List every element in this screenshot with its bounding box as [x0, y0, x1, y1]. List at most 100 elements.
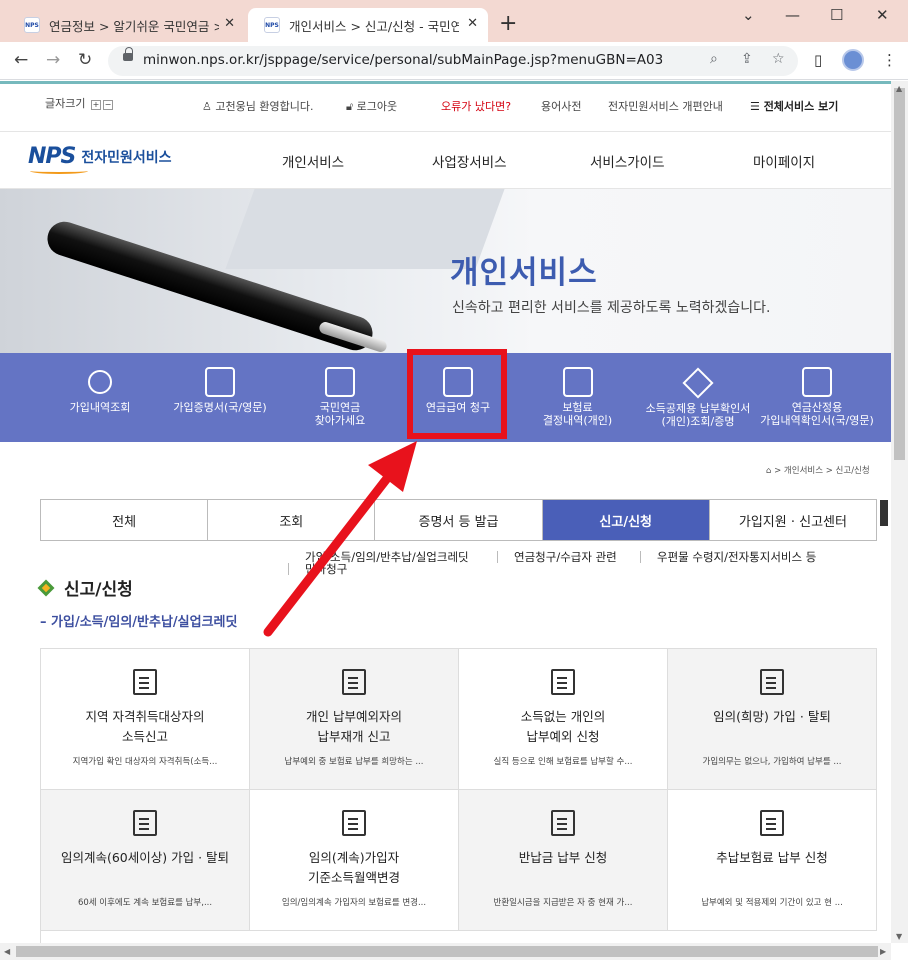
close-icon[interactable]: ✕ [224, 16, 235, 31]
logo-text: 전자민원서비스 [81, 149, 172, 166]
nps-logo[interactable]: NPS 전자민원서비스 [28, 144, 172, 174]
quick-pension-calc-confirmation[interactable]: 연금산정용 가입내역확인서(국/영문) [754, 353, 880, 442]
card-payment-resume[interactable]: 개인 납부예외자의 납부재개 신고 납부예외 중 보험료 납부를 희망하는 ..… [250, 649, 459, 790]
breadcrumb: ⌂ > 개인서비스 > 신고/신청 [766, 464, 870, 476]
diamond-bullet-icon [37, 579, 55, 596]
browser-menu-icon[interactable]: ⋮ [882, 51, 897, 69]
scroll-right-icon[interactable]: ▶ [880, 947, 886, 956]
profile-avatar[interactable] [842, 49, 864, 71]
reload-icon[interactable]: ↻ [78, 50, 92, 70]
close-icon[interactable]: ✕ [467, 16, 478, 31]
gnb-personal-services[interactable]: 개인서비스 [282, 151, 344, 171]
clipboard-check-icon [342, 669, 366, 695]
quick-label: 보험료 [562, 401, 593, 414]
error-report-link[interactable]: 오류가 났다면? [441, 98, 511, 114]
quick-label: 연금산정용 [791, 401, 843, 414]
subnav-mail-address[interactable]: 우편물 수령지/전자통지서비스 등 [657, 549, 816, 565]
url-text[interactable]: minwon.nps.or.kr/jsppage/service/persona… [143, 52, 663, 68]
web-page: 글자크기 + − ♙ 고천웅님 환영합니다. 🔓︎ 로그아웃 오류가 났다면? 용… [0, 81, 891, 943]
tab-certificate[interactable]: 증명서 등 발급 [375, 500, 543, 540]
card-regional-income-report[interactable]: 지역 자격취득대상자의 소득신고 지역가입 확인 대상자의 자격취득(소득... [41, 649, 250, 790]
tab-inquiry[interactable]: 조회 [208, 500, 376, 540]
quick-membership-history[interactable]: 가입내역조회 [60, 353, 140, 442]
scroll-indicator [880, 500, 888, 526]
tab-membership-support[interactable]: 가입지원 · 신고센터 [710, 500, 876, 540]
card-payment-exception[interactable]: 소득없는 개인의 납부예외 신청 실직 등으로 인해 보험료를 납부할 수... [459, 649, 668, 790]
lock-icon: 🔓︎ [346, 100, 354, 113]
card-title: 추납보험료 납부 신청 [716, 850, 828, 865]
gnb-business-services[interactable]: 사업장서비스 [432, 151, 507, 171]
browser-toolbar: ← → ↻ minwon.nps.or.kr/jsppage/service/p… [0, 42, 908, 80]
address-bar[interactable]: minwon.nps.or.kr/jsppage/service/persona… [108, 46, 798, 76]
card-description: 지역가입 확인 대상자의 자격취득(소득... [72, 757, 218, 767]
side-panel-icon[interactable]: ▯ [814, 51, 822, 69]
minimize-button[interactable]: — [785, 6, 800, 24]
vertical-scroll-thumb[interactable] [894, 88, 905, 460]
bookmark-star-icon[interactable]: ☆ [772, 51, 785, 67]
card-title: 소득신고 [121, 729, 168, 744]
card-voluntary-membership[interactable]: 임의(희망) 가입 · 탈퇴 가입의무는 없으나, 가입하여 납부를 ... [668, 649, 877, 790]
quick-find-pension[interactable]: 국민연금 찾아가세요 [300, 353, 380, 442]
gnb-my-page[interactable]: 마이페이지 [753, 151, 815, 171]
maximize-button[interactable]: ☐ [830, 6, 843, 24]
subsection-title: – 가입/소득/임의/반추납/실업크레딧 [40, 611, 237, 630]
subnav-civil-claim[interactable]: 민사청구 [305, 561, 347, 577]
browser-tab-title: 연금정보 > 알기쉬운 국민연금 > 연금제도 [49, 18, 219, 34]
highlight-box-annotation [407, 349, 507, 439]
tab-report-application[interactable]: 신고/신청 [542, 500, 710, 540]
card-voluntary-continued[interactable]: 임의계속(60세이상) 가입 · 탈퇴 60세 이후에도 계속 보험료를 납부,… [41, 790, 250, 931]
subnav-divider [288, 563, 289, 575]
browser-tab-title: 개인서비스 > 신고/신청 - 국민연금 [289, 18, 459, 34]
dash-icon: – [40, 615, 47, 630]
browser-tab-strip: NPS 연금정보 > 알기쉬운 국민연금 > 연금제도 ✕ NPS 개인서비스 … [0, 0, 908, 42]
card-refund-payment[interactable]: 반납금 납부 신청 반환일시금을 지급받은 자 중 현재 가... [459, 790, 668, 931]
horizontal-scroll-thumb[interactable] [16, 946, 878, 957]
card-additional-premium[interactable]: 추납보험료 납부 신청 납부예외 및 적용제외 기간이 있고 현 ... [668, 790, 877, 931]
browser-tab-active[interactable]: NPS 개인서비스 > 신고/신청 - 국민연금 ✕ [248, 8, 488, 42]
forward-arrow-icon[interactable]: → [46, 50, 60, 70]
scroll-left-icon[interactable]: ◀ [4, 947, 10, 956]
card-income-change[interactable]: 임의(계속)가입자 기준소득월액변경 임의/임의계속 가입자의 보험료를 변경.… [250, 790, 459, 931]
back-arrow-icon[interactable]: ← [14, 50, 28, 70]
scroll-up-icon[interactable]: ▲ [896, 84, 902, 93]
tab-search-chevron-icon[interactable]: ⌄ [742, 6, 755, 24]
browser-tab-inactive[interactable]: NPS 연금정보 > 알기쉬운 국민연금 > 연금제도 ✕ [8, 8, 245, 42]
card-description: 실직 등으로 인해 보험료를 납부할 수... [493, 757, 633, 767]
card-description: 가입의무는 없으나, 가입하여 납부를 ... [702, 757, 842, 767]
logout-label: 로그아웃 [356, 100, 398, 113]
logo-swoosh-icon [30, 168, 88, 174]
font-decrease-button[interactable]: − [102, 100, 113, 110]
glossary-link[interactable]: 용어사전 [541, 98, 581, 114]
card-title: 반납금 납부 신청 [518, 850, 608, 865]
card-title: 개인 납부예외자의 [306, 709, 402, 724]
clipboard-person-icon [551, 810, 575, 836]
font-increase-button[interactable]: + [90, 100, 101, 110]
tab-all[interactable]: 전체 [41, 500, 209, 540]
subsection-title-text: 가입/소득/임의/반추납/실업크레딧 [51, 615, 238, 630]
greeting-text: 고천웅님 환영합니다. [215, 100, 314, 113]
scroll-down-icon[interactable]: ▼ [896, 932, 902, 941]
main-navigation: NPS 전자민원서비스 개인서비스 사업장서비스 서비스가이드 마이페이지 [0, 131, 891, 189]
banner-subtitle: 신속하고 편리한 서비스를 제공하도록 노력하겠습니다. [452, 300, 771, 316]
all-services-link[interactable]: ☰ 전체서비스 보기 [750, 98, 838, 114]
section-title: 신고/신청 [37, 575, 133, 600]
quick-membership-certificate[interactable]: 가입증명서(국/영문) [165, 353, 275, 442]
window-close-button[interactable]: ✕ [876, 6, 889, 24]
quick-tax-deduction-confirmation[interactable]: 소득공제용 납부확인서 (개인)조회/증명 [638, 353, 758, 442]
card-description: 60세 이후에도 계속 보험료를 납부,... [77, 898, 213, 908]
gnb-service-guide[interactable]: 서비스가이드 [590, 151, 665, 171]
quick-label: (개인)조회/증명 [661, 415, 735, 428]
share-icon[interactable]: ⇪ [741, 51, 753, 67]
card-title: 납부예외 신청 [526, 729, 600, 744]
zoom-icon[interactable]: ⌕ [710, 51, 718, 67]
subnav-pension-claim[interactable]: 연금청구/수급자 관련 [514, 549, 617, 565]
new-tab-button[interactable]: + [499, 11, 517, 36]
renewal-notice-link[interactable]: 전자민원서비스 개편안내 [608, 98, 723, 114]
magnifier-icon [88, 370, 112, 394]
quick-premium-decision[interactable]: 보험료 결정내역(개인) [530, 353, 625, 442]
card-title: 임의(계속)가입자 [308, 850, 400, 865]
card-description: 납부예외 및 적용제외 기간이 있고 현 ... [701, 898, 843, 908]
breadcrumb-path: > 개인서비스 > 신고/신청 [771, 466, 870, 476]
quick-label: 찾아가세요 [314, 414, 366, 427]
logout-link[interactable]: 🔓︎ 로그아웃 [346, 98, 397, 114]
